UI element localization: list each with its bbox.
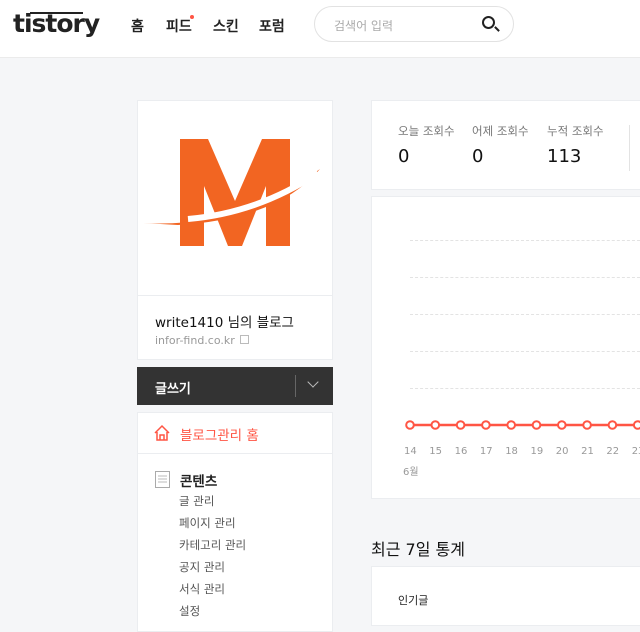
x-tick-label: 17 — [479, 446, 493, 457]
data-point[interactable] — [455, 420, 466, 430]
popular-card: 인기글 — [371, 566, 640, 626]
data-point[interactable] — [557, 420, 567, 430]
data-point[interactable] — [405, 420, 415, 430]
x-tick-label: 22 — [606, 446, 620, 457]
data-point[interactable] — [607, 420, 618, 430]
x-tick-label: 20 — [555, 446, 569, 457]
recent-stats-title: 최근 7일 통계 — [371, 540, 465, 559]
data-point[interactable] — [506, 420, 517, 430]
data-point[interactable] — [481, 420, 491, 430]
month-label: 6월 — [403, 467, 419, 478]
x-tick-label: 19 — [530, 446, 544, 457]
popular-posts-label: 인기글 — [398, 594, 429, 607]
x-tick-label: 23 — [631, 446, 640, 457]
x-tick-label: 21 — [581, 446, 594, 457]
views-line-chart — [405, 420, 640, 430]
data-point[interactable] — [531, 420, 542, 430]
x-tick-label: 18 — [505, 446, 518, 457]
x-tick-label: 16 — [454, 446, 468, 457]
data-point[interactable] — [632, 420, 640, 430]
x-tick-label: 15 — [429, 446, 443, 457]
data-point[interactable] — [430, 420, 441, 430]
x-tick-label: 14 — [404, 446, 417, 457]
data-point[interactable] — [582, 420, 592, 430]
